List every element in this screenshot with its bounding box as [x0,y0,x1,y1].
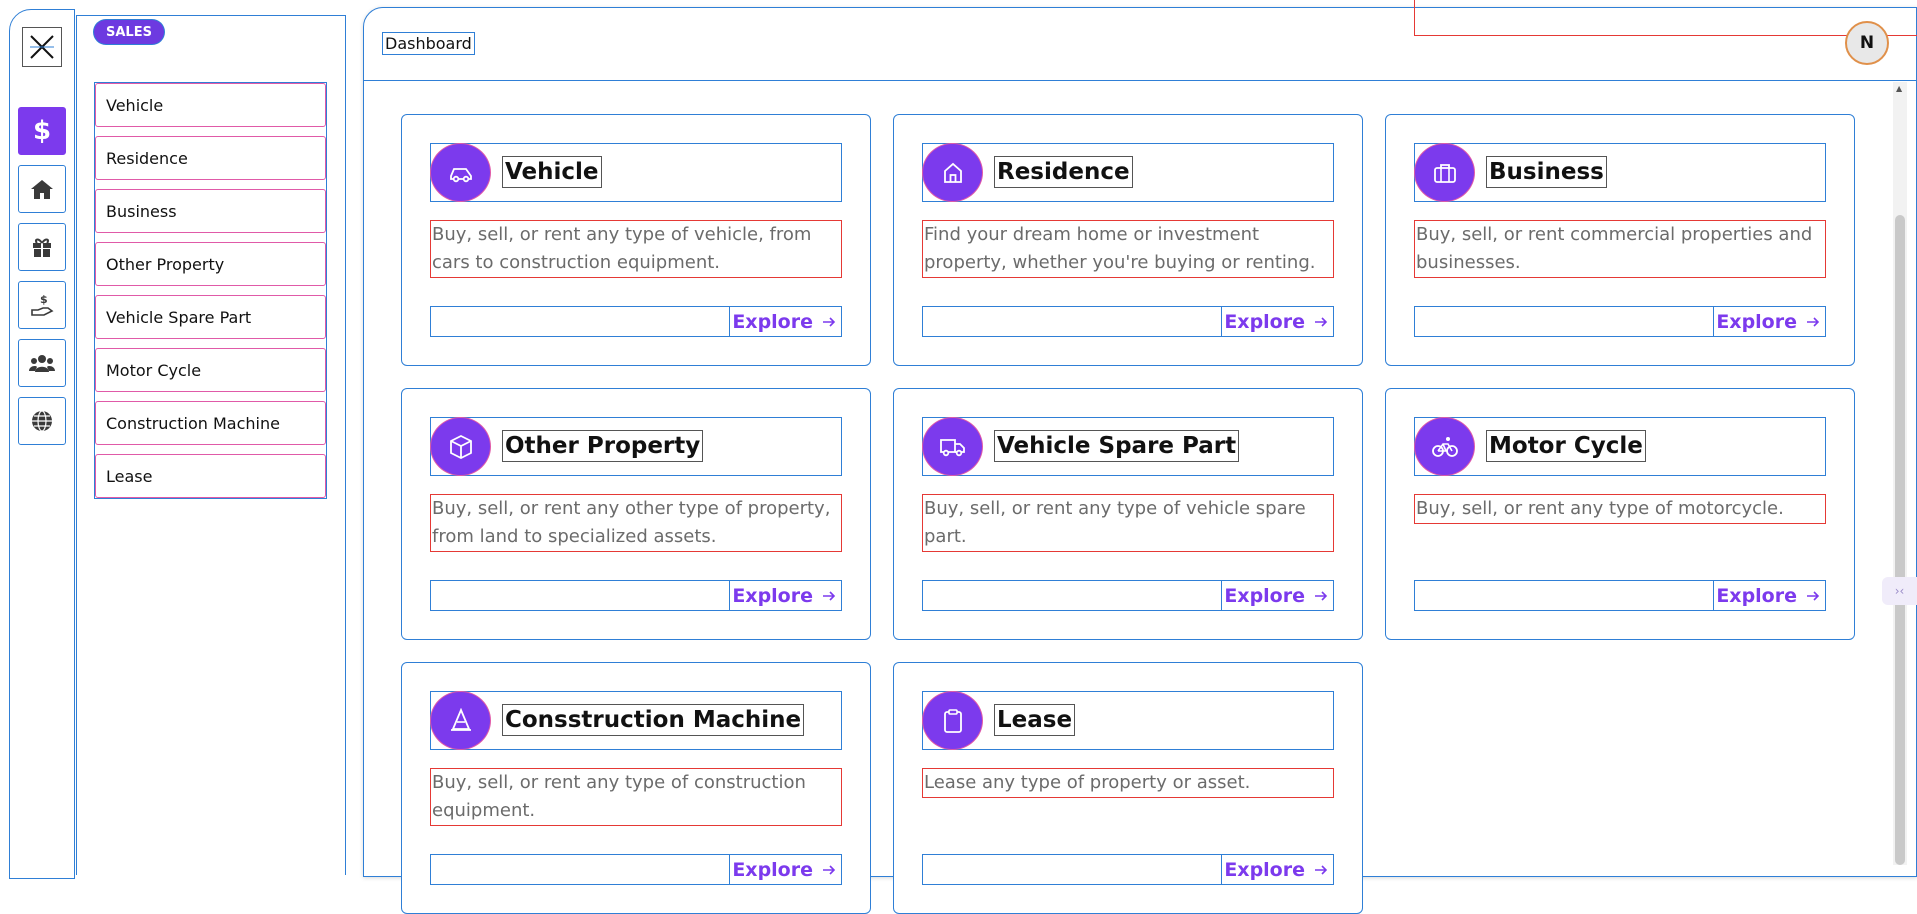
box-icon [431,418,490,475]
arrow-right-icon [823,590,836,601]
card-header: Lease [922,691,1334,750]
section-badge: SALES [94,20,164,44]
card-description: Buy, sell, or rent any type of vehicle, … [430,220,842,278]
explore-link[interactable]: Explore [729,854,841,885]
card-title: Vehicle Spare Part [994,430,1240,462]
gift-icon[interactable] [18,223,66,271]
explore-link[interactable]: Explore [729,306,841,337]
close-icon[interactable] [22,27,62,67]
card-description: Buy, sell, or rent commercial properties… [1414,220,1826,278]
submenu-item-vehicle-spare-part[interactable]: Vehicle Spare Part [95,295,326,339]
card-footer: Explore [922,580,1334,611]
card-footer: Explore [430,854,842,885]
arrow-right-icon [1807,590,1820,601]
card-title: Vehicle [502,156,602,188]
explore-link[interactable]: Explore [1221,854,1333,885]
explore-label: Explore [1716,584,1797,607]
cone-icon [431,692,490,749]
briefcase-icon [1415,144,1474,201]
explore-label: Explore [732,858,813,881]
category-card: Residence Find your dream home or invest… [893,114,1363,366]
arrow-right-icon [1807,316,1820,327]
category-card: Consstruction Machine Buy, sell, or rent… [401,662,871,914]
card-header: Business [1414,143,1826,202]
explore-label: Explore [1716,310,1797,333]
card-header: Vehicle [430,143,842,202]
submenu-item-business[interactable]: Business [95,189,326,233]
clipboard-icon [923,692,982,749]
scroll-up-icon[interactable]: ▲ [1896,84,1902,93]
truck-icon [923,418,982,475]
svg-text:$: $ [40,293,48,306]
card-header: Consstruction Machine [430,691,842,750]
header-divider [364,80,1917,81]
card-header: Residence [922,143,1334,202]
hand-coin-icon[interactable]: $ [18,281,66,329]
car-icon [431,144,490,201]
explore-link[interactable]: Explore [1713,306,1825,337]
arrow-right-icon [1315,590,1328,601]
card-description: Find your dream home or investment prope… [922,220,1334,278]
card-title: Business [1486,156,1607,188]
category-card: Other Property Buy, sell, or rent any ot… [401,388,871,640]
card-header: Motor Cycle [1414,417,1826,476]
category-card: Motor Cycle Buy, sell, or rent any type … [1385,388,1855,640]
explore-link[interactable]: Explore [1221,580,1333,611]
card-description: Buy, sell, or rent any other type of pro… [430,494,842,552]
house-icon [923,144,982,201]
explore-label: Explore [732,584,813,607]
card-footer: Explore [1414,580,1826,611]
card-title: Lease [994,704,1076,736]
explore-link[interactable]: Explore [1713,580,1825,611]
card-description: Buy, sell, or rent any type of motorcycl… [1414,494,1826,524]
card-header: Vehicle Spare Part [922,417,1334,476]
card-description: Buy, sell, or rent any type of construct… [430,768,842,826]
card-title: Residence [994,156,1133,188]
debug-outline [1414,35,1917,36]
arrow-right-icon [823,864,836,875]
category-card: Vehicle Buy, sell, or rent any type of v… [401,114,871,366]
card-title: Motor Cycle [1486,430,1646,462]
users-icon[interactable] [18,339,66,387]
card-footer: Explore [430,306,842,337]
explore-label: Explore [1224,858,1305,881]
debug-outline [1414,0,1415,35]
arrow-right-icon [1315,316,1328,327]
dollar-icon[interactable]: $ [18,107,66,155]
scrollbar-thumb[interactable] [1895,215,1905,865]
card-header: Other Property [430,417,842,476]
arrow-right-icon [823,316,836,327]
category-card: Business Buy, sell, or rent commercial p… [1385,114,1855,366]
card-footer: Explore [922,854,1334,885]
bike-icon [1415,418,1474,475]
globe-icon[interactable] [18,397,66,445]
card-description: Buy, sell, or rent any type of vehicle s… [922,494,1334,552]
card-footer: Explore [1414,306,1826,337]
avatar[interactable]: N [1845,21,1889,65]
explore-link[interactable]: Explore [729,580,841,611]
explore-label: Explore [1224,584,1305,607]
card-title: Other Property [502,430,704,462]
submenu-item-lease[interactable]: Lease [95,454,326,498]
arrow-right-icon [1315,864,1328,875]
submenu-item-motor-cycle[interactable]: Motor Cycle [95,348,326,392]
breadcrumb[interactable]: Dashboard [382,32,475,55]
card-footer: Explore [922,306,1334,337]
card-footer: Explore [430,580,842,611]
card-description: Lease any type of property or asset. [922,768,1334,798]
home-icon[interactable] [18,165,66,213]
collapse-tab-icon[interactable]: ›‹ [1882,577,1917,605]
explore-label: Explore [1224,310,1305,333]
submenu-item-other-property[interactable]: Other Property [95,242,326,286]
submenu-item-residence[interactable]: Residence [95,136,326,180]
submenu-item-vehicle[interactable]: Vehicle [95,83,326,127]
submenu-list: Vehicle Residence Business Other Propert… [94,82,327,499]
category-card: Lease Lease any type of property or asse… [893,662,1363,914]
explore-link[interactable]: Explore [1221,306,1333,337]
card-title: Consstruction Machine [502,704,805,736]
explore-label: Explore [732,310,813,333]
category-card: Vehicle Spare Part Buy, sell, or rent an… [893,388,1363,640]
submenu-item-construction-machine[interactable]: Construction Machine [95,401,326,445]
